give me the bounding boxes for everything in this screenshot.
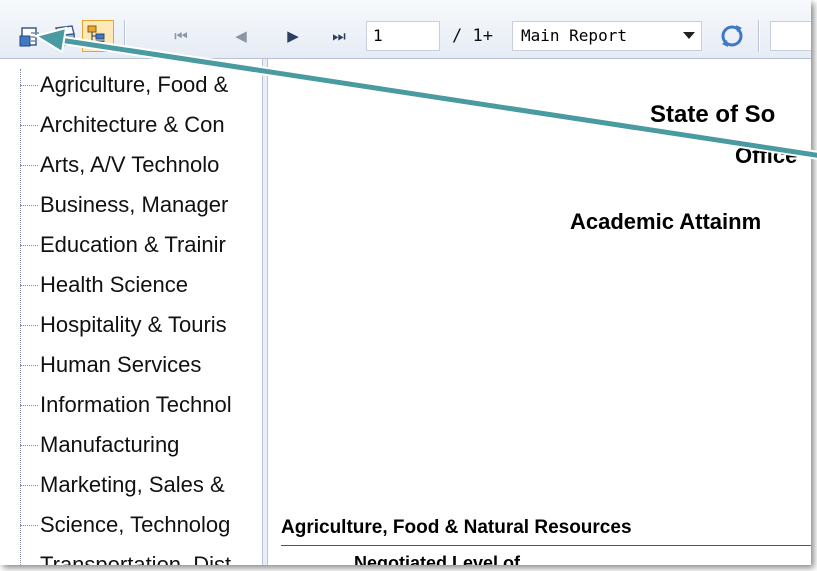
report-divider (281, 545, 811, 546)
tree-item-label: Health Science (40, 272, 188, 297)
tree-item[interactable]: Hospitality & Touris (20, 305, 262, 345)
tree-item[interactable]: Science, Technolog (20, 505, 262, 545)
report-section-title: Agriculture, Food & Natural Resources (281, 517, 632, 538)
report-heading: Academic Attainm (570, 209, 762, 234)
report-column-header: Negotiated Level of (354, 553, 521, 565)
print-icon[interactable] (50, 22, 78, 50)
tree-item-label: Education & Trainir (40, 232, 226, 257)
page-number-input[interactable]: 1 (366, 21, 440, 51)
page-total: / 1+ (452, 26, 493, 46)
tree-item[interactable]: Architecture & Con (20, 105, 262, 145)
previous-page-icon[interactable]: ◀ (232, 26, 250, 48)
search-input[interactable] (770, 21, 811, 51)
report-selector-value: Main Report (521, 26, 627, 45)
tree-item-label: Marketing, Sales & (40, 472, 225, 497)
tree-item[interactable]: Marketing, Sales & (20, 465, 262, 505)
report-title: State of So (650, 101, 776, 128)
tree-item[interactable]: Agriculture, Food & (20, 65, 262, 105)
tree-item[interactable]: Human Services (20, 345, 262, 385)
tree-item-label: Manufacturing (40, 432, 180, 457)
first-page-icon[interactable]: ⏮ (172, 26, 190, 48)
tree-item-label: Hospitality & Touris (40, 312, 227, 337)
next-page-icon[interactable]: ▶ (284, 26, 302, 48)
last-page-icon[interactable]: ⏭ (330, 26, 348, 48)
export-icon[interactable] (17, 22, 45, 50)
tree-item-label: Business, Manager (40, 192, 229, 217)
group-tree-panel: Agriculture, Food & Architecture & Con A… (0, 59, 262, 565)
refresh-icon[interactable] (718, 22, 746, 50)
tree-item[interactable]: Transportation, Dist (20, 545, 262, 565)
report-viewer-window: ⏮ ◀ ▶ ⏭ 1 / 1+ Main Report Agriculture, … (0, 0, 811, 565)
tree-item-label: Architecture & Con (40, 112, 225, 137)
tree-item-label: Agriculture, Food & (40, 72, 229, 97)
toolbar-separator (124, 20, 126, 52)
tree-item[interactable]: Manufacturing (20, 425, 262, 465)
toolbar: ⏮ ◀ ▶ ⏭ 1 / 1+ Main Report (0, 0, 811, 59)
chevron-down-icon (683, 32, 695, 39)
tree-item[interactable]: Arts, A/V Technolo (20, 145, 262, 185)
report-selector[interactable]: Main Report (512, 21, 702, 51)
tree-item-label: Information Technol (40, 392, 232, 417)
tree-item-label: Human Services (40, 352, 202, 377)
tree-item[interactable]: Education & Trainir (20, 225, 262, 265)
report-page: State of So Office Academic Attainm Agri… (268, 59, 811, 565)
tree-item[interactable]: Health Science (20, 265, 262, 305)
tree-item-label: Science, Technolog (40, 512, 231, 537)
tree-item[interactable]: Information Technol (20, 385, 262, 425)
tree-item[interactable]: Business, Manager (20, 185, 262, 225)
tree-item-label: Arts, A/V Technolo (40, 152, 220, 177)
report-office: Office (735, 143, 798, 168)
tree-item-label: Transportation, Dist (40, 552, 232, 565)
toolbar-separator (758, 20, 760, 52)
group-tree-icon[interactable] (82, 20, 114, 52)
